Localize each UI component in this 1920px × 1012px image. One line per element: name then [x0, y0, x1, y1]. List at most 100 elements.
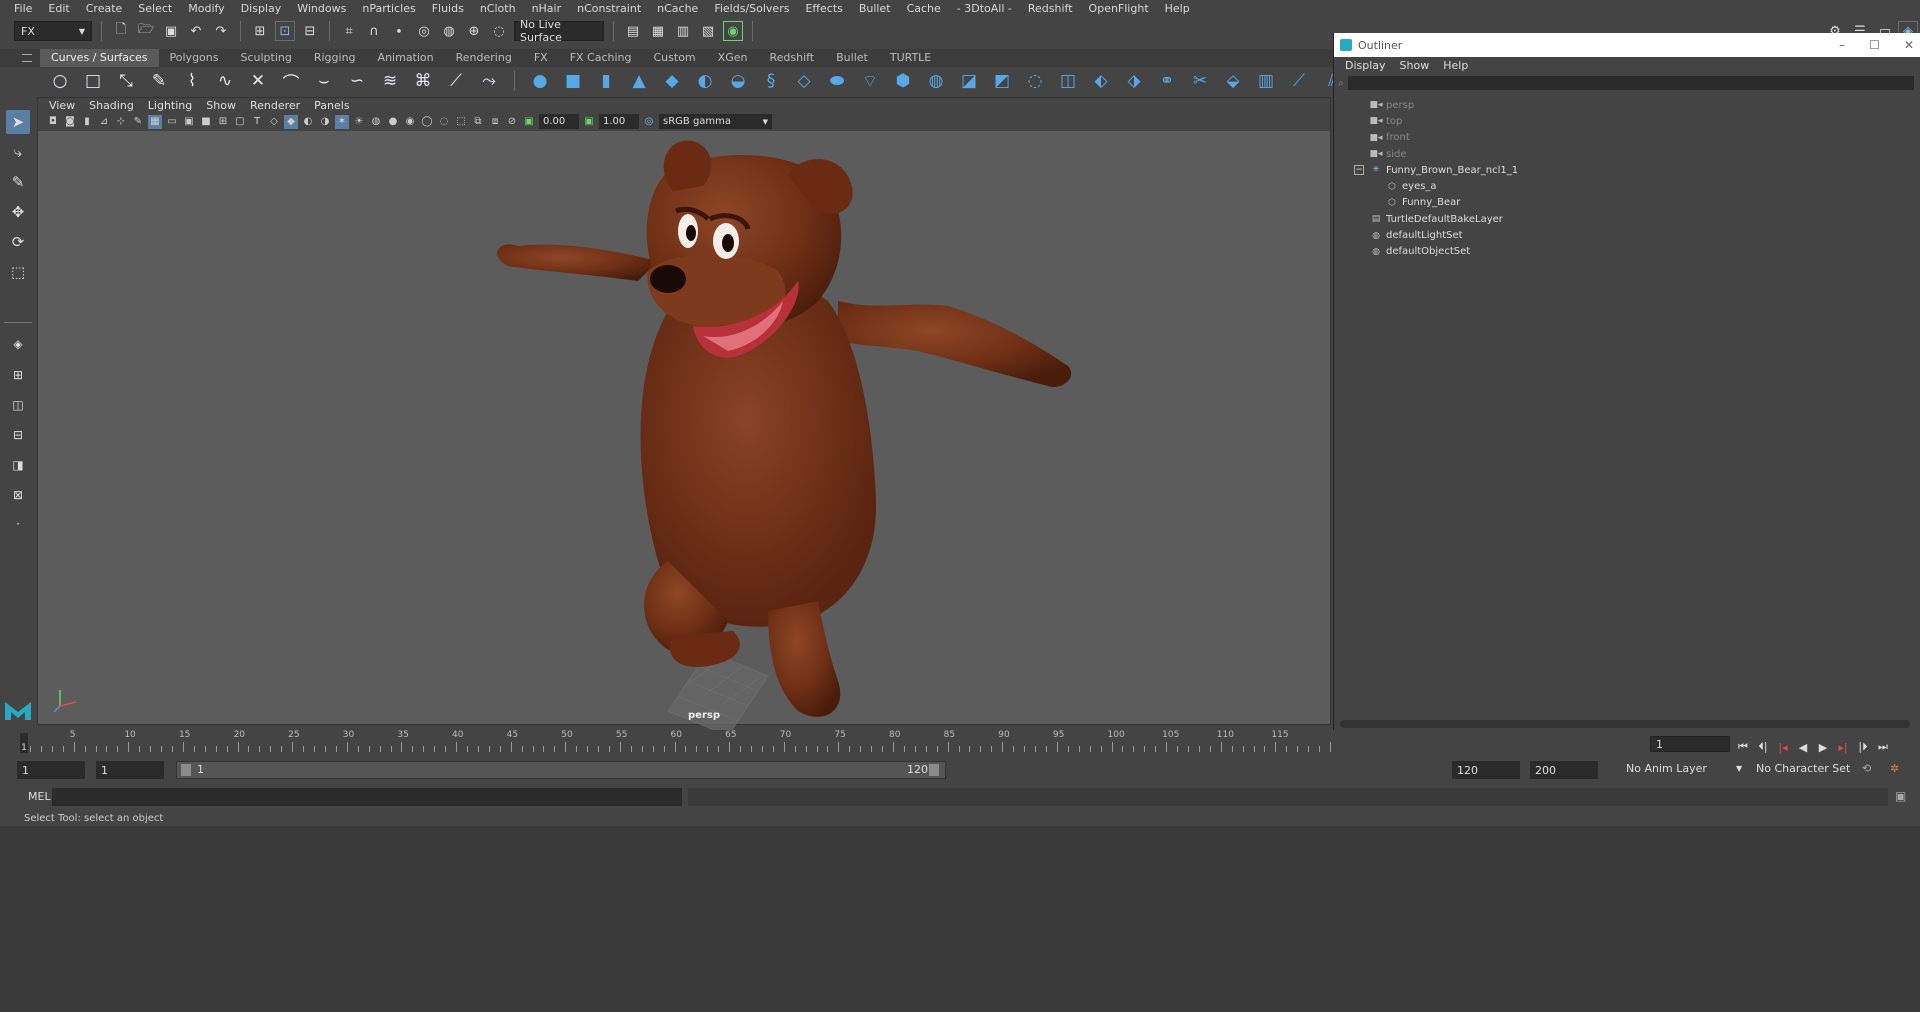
ep-curve-icon[interactable]: ✎	[147, 69, 171, 93]
smooth-shade-icon[interactable]: ◆	[284, 114, 298, 129]
insert-knot-icon[interactable]: ⌣	[312, 69, 336, 93]
shelf-tab-animation[interactable]: Animation	[367, 49, 445, 67]
render-view-icon[interactable]: ▧	[698, 21, 718, 41]
menu-fields-solvers[interactable]: Fields/Solvers	[706, 2, 797, 15]
menu-3dtoall[interactable]: - 3DtoAll -	[949, 2, 1020, 15]
select-tool-icon[interactable]: ➤	[6, 110, 30, 134]
loft-icon[interactable]: §	[759, 69, 783, 93]
nurbs-cone-icon[interactable]: ▲	[627, 69, 651, 93]
motion-blur-icon[interactable]: ●	[386, 115, 400, 129]
nurbs-torus-icon[interactable]: ◐	[693, 69, 717, 93]
time-slider[interactable]: 5 10 15 20 25 30 35 40 45 50 55 60 65 70 75 80 85 90 95 100…	[0, 730, 1640, 754]
snap-view-icon[interactable]: ◎	[414, 21, 434, 41]
outliner-item[interactable]: ■◂ persp	[1334, 97, 1920, 113]
shelf-tab-fx[interactable]: FX	[523, 49, 559, 67]
select-by-hierarchy-icon[interactable]: ⊞	[250, 21, 270, 41]
menu-ncache[interactable]: nCache	[649, 2, 706, 15]
persp-hypershade-layout-icon[interactable]: ◨	[6, 453, 30, 477]
viewport-menu-show[interactable]: Show	[199, 99, 243, 112]
shadows-icon[interactable]: ☀	[352, 115, 366, 129]
collapse-icon[interactable]: −	[1354, 165, 1364, 176]
revolve-icon[interactable]: ◒	[726, 69, 750, 93]
new-scene-icon[interactable]: 🗋	[111, 21, 131, 41]
ambient-occlusion-icon[interactable]: ◍	[369, 115, 383, 129]
attach-surfaces-icon[interactable]: ⬗	[1122, 69, 1146, 93]
four-view-layout-icon[interactable]: ⊞	[6, 363, 30, 387]
outliner-item[interactable]: ▤ TurtleDefaultBakeLayer	[1334, 211, 1920, 227]
script-editor-icon[interactable]: ▣	[1895, 789, 1906, 803]
shelf-tab-rendering[interactable]: Rendering	[445, 49, 523, 67]
outliner-item[interactable]: ◍ defaultLightSet	[1334, 227, 1920, 243]
shelf-tab-fx-caching[interactable]: FX Caching	[559, 49, 643, 67]
safe-title-icon[interactable]: T	[250, 115, 264, 129]
menu-help[interactable]: Help	[1157, 2, 1198, 15]
auto-keyframe-icon[interactable]: ⟲	[1862, 762, 1871, 775]
outliner-menu-help[interactable]: Help	[1436, 59, 1475, 72]
shelf-tab-curves-surfaces[interactable]: Curves / Surfaces	[40, 49, 159, 67]
minimize-icon[interactable]: –	[1839, 38, 1845, 52]
rebuild-curve-icon[interactable]: ⌘	[411, 69, 435, 93]
render-frame-icon[interactable]: ▦	[648, 21, 668, 41]
field-chart-icon[interactable]: ⊞	[216, 115, 230, 129]
outliner-menu-show[interactable]: Show	[1393, 59, 1437, 72]
menu-display[interactable]: Display	[233, 2, 290, 15]
outliner-menu-display[interactable]: Display	[1338, 59, 1393, 72]
menu-bullet[interactable]: Bullet	[851, 2, 899, 15]
film-gate-icon[interactable]: ▭	[165, 115, 179, 129]
range-slider[interactable]: 1 120	[176, 761, 946, 779]
xray-icon[interactable]: ⬚	[454, 115, 468, 129]
rotate-tool-icon[interactable]: ⟳	[6, 230, 30, 254]
snap-curve-icon[interactable]: ∩	[364, 21, 384, 41]
ipr-render-icon[interactable]: ▥	[673, 21, 693, 41]
play-forwards-icon[interactable]: ▶	[1815, 740, 1831, 754]
redo-icon[interactable]: ↷	[211, 21, 231, 41]
play-backwards-icon[interactable]: ◀	[1795, 740, 1811, 754]
safe-action-icon[interactable]: ▢	[233, 115, 247, 129]
shelf-tab-polygons[interactable]: Polygons	[159, 49, 230, 67]
menu-nconstraint[interactable]: nConstraint	[569, 2, 649, 15]
outliner-item[interactable]: ■◂ side	[1334, 146, 1920, 162]
animation-start-field[interactable]: 1	[17, 761, 85, 779]
shelf-tab-sculpting[interactable]: Sculpting	[229, 49, 302, 67]
xray-active-icon[interactable]: ⧈	[488, 115, 502, 129]
go-to-end-icon[interactable]: ⏭	[1875, 740, 1891, 754]
animation-end-field[interactable]: 200	[1530, 761, 1598, 779]
menu-file[interactable]: File	[6, 2, 40, 15]
maximize-icon[interactable]: ☐	[1869, 38, 1880, 52]
live-surface-field[interactable]: No Live Surface	[514, 18, 604, 44]
intersect-icon[interactable]: ◌	[1023, 69, 1047, 93]
image-plane-icon[interactable]: ⊿	[97, 115, 111, 129]
snap-pivot-icon[interactable]: ⊕	[464, 21, 484, 41]
offset-curve-icon[interactable]: ≋	[378, 69, 402, 93]
range-end-handle[interactable]	[929, 764, 939, 776]
menu-windows[interactable]: Windows	[289, 2, 354, 15]
paint-select-icon[interactable]: ✎	[6, 170, 30, 194]
menu-cache[interactable]: Cache	[899, 2, 949, 15]
more-layouts-icon[interactable]: ·	[6, 512, 30, 536]
outliner-item[interactable]: − ✳ Funny_Brown_Bear_ncl1_1	[1334, 162, 1920, 178]
playback-end-field[interactable]: 120	[1452, 761, 1520, 779]
menu-effects[interactable]: Effects	[797, 2, 850, 15]
step-forward-frame-icon[interactable]: |⏵	[1855, 740, 1871, 754]
bevel-plus-icon[interactable]: ⬢	[891, 69, 915, 93]
viewport-menu-renderer[interactable]: Renderer	[243, 99, 307, 112]
attach-curves-icon[interactable]: ✕	[246, 69, 270, 93]
add-points-icon[interactable]: ⟋	[444, 69, 468, 93]
menu-modify[interactable]: Modify	[180, 2, 232, 15]
birail-icon[interactable]: ⌔	[858, 69, 882, 93]
use-all-lights-icon[interactable]: ✶	[335, 114, 349, 129]
outliner-item[interactable]: ■◂ top	[1334, 113, 1920, 129]
insert-isoparm-icon[interactable]: ▥	[1254, 69, 1278, 93]
detach-surfaces-icon[interactable]: ⚭	[1155, 69, 1179, 93]
scale-tool-icon[interactable]: ⬚	[6, 260, 30, 284]
anim-layer-dropdown[interactable]: No Anim Layer	[1626, 762, 1707, 775]
snap-surface-icon[interactable]: ◍	[439, 21, 459, 41]
textured-icon[interactable]: ◑	[318, 115, 332, 129]
character-set-dropdown[interactable]: No Character Set	[1756, 762, 1850, 775]
isolate-select-icon[interactable]: ◌	[437, 115, 451, 129]
select-by-component-icon[interactable]: ⊟	[300, 21, 320, 41]
square-surface-icon[interactable]: ◪	[957, 69, 981, 93]
snap-point-icon[interactable]: ∙	[389, 21, 409, 41]
time-ruler[interactable]: 5 10 15 20 25 30 35 40 45 50 55 60 65 70 75 80 85 90 95 100…	[30, 730, 1331, 754]
grid-icon[interactable]: ▦	[148, 114, 162, 129]
